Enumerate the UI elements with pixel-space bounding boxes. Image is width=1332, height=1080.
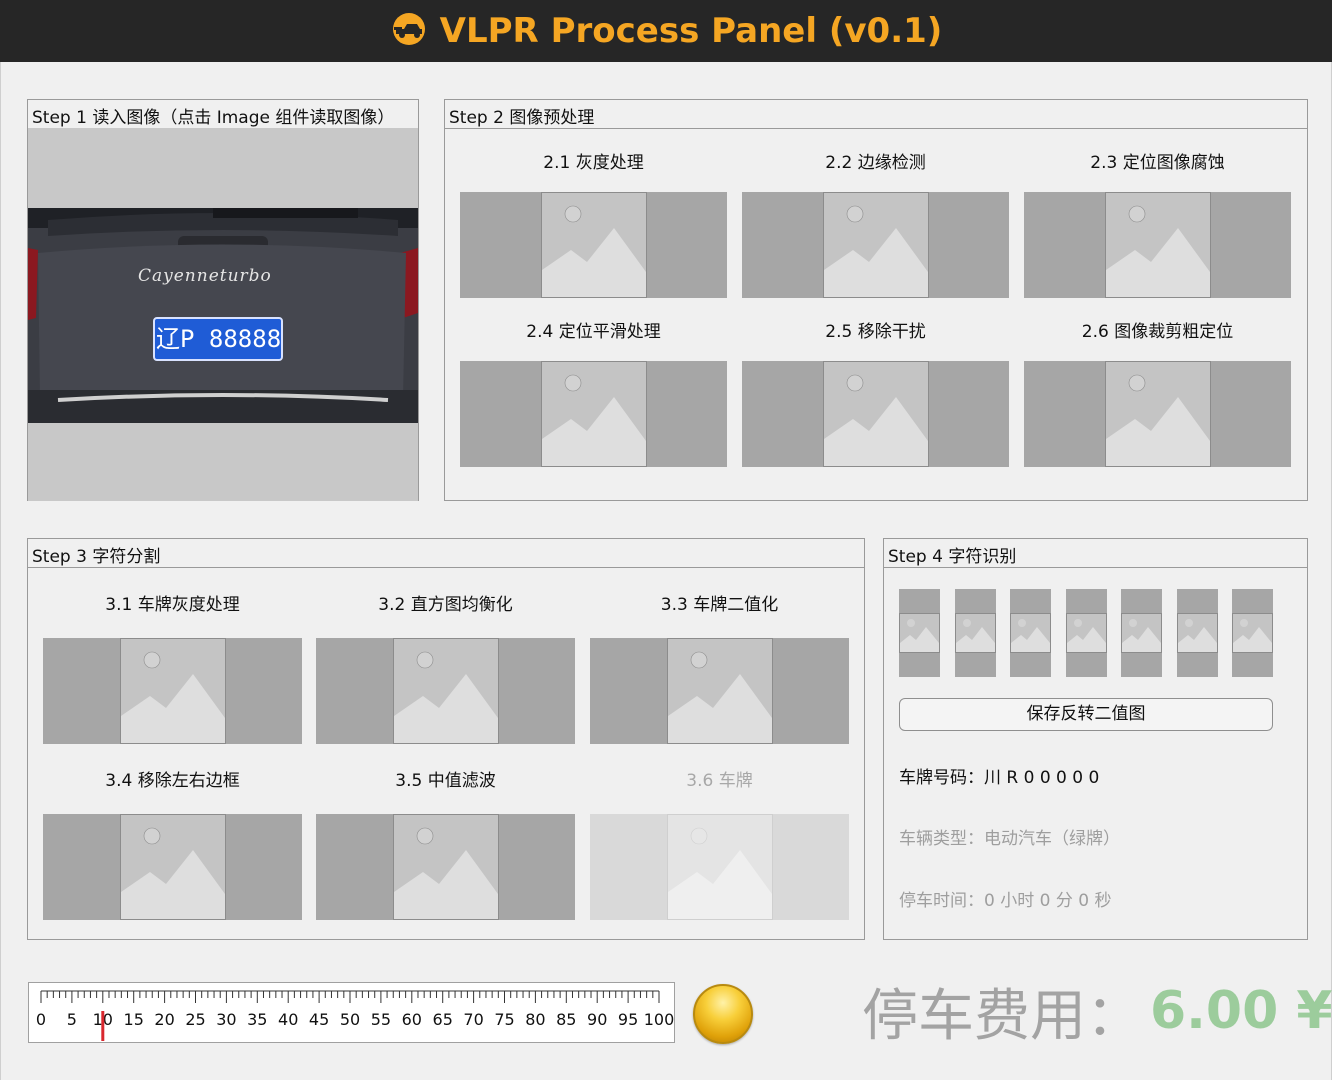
char-image-slot[interactable] xyxy=(1176,589,1218,677)
fee-label: 停车费用： xyxy=(862,983,1142,1049)
image-placeholder-icon xyxy=(822,361,929,467)
step3-title: Step 3 字符分割 xyxy=(32,547,161,567)
save-inverted-binary-button[interactable]: 保存反转二值图 xyxy=(899,698,1273,731)
ruler-tick-label: 30 xyxy=(216,1010,236,1029)
process-cell-label: 3.1 车牌灰度处理 xyxy=(105,595,240,615)
process-cell-label: 3.6 车牌 xyxy=(686,771,753,791)
ruler-tick-label: 15 xyxy=(124,1010,144,1029)
image-placeholder-icon xyxy=(1065,613,1107,653)
process-image[interactable] xyxy=(742,361,1009,467)
car-rear-photo xyxy=(28,128,418,501)
image-placeholder-icon xyxy=(1104,192,1211,298)
plate-number: 车牌号码：川 R 0 0 0 0 0 xyxy=(899,768,1100,788)
step3-panel: Step 3 字符分割 3.1 车牌灰度处理 3.2 直方图均衡化 3.3 车牌… xyxy=(27,538,865,940)
car-icon xyxy=(390,12,428,50)
process-image[interactable] xyxy=(460,361,727,467)
process-cell-label: 3.5 中值滤波 xyxy=(395,771,496,791)
process-cell-label: 3.3 车牌二值化 xyxy=(660,595,779,615)
status-lamp xyxy=(693,984,753,1044)
image-placeholder-icon xyxy=(666,638,773,744)
process-cell-label: 3.2 直方图均衡化 xyxy=(378,595,513,615)
image-placeholder-icon xyxy=(666,814,773,920)
image-placeholder-icon xyxy=(392,638,499,744)
process-cell-label: 2.3 定位图像腐蚀 xyxy=(1090,153,1225,173)
process-image[interactable] xyxy=(460,192,727,298)
process-cell-label: 2.2 边缘检测 xyxy=(825,153,926,173)
ruler-tick-label: 65 xyxy=(433,1010,453,1029)
fee-value: 6.00 ¥ xyxy=(1150,981,1332,1041)
divider xyxy=(445,128,1307,129)
process-cell-label: 2.6 图像裁剪粗定位 xyxy=(1081,322,1234,342)
ruler-tick-label: 95 xyxy=(618,1010,638,1029)
car-badge-text: Cayenneturbo xyxy=(138,266,272,286)
ruler-tick-label: 45 xyxy=(309,1010,329,1029)
char-image-slot[interactable] xyxy=(1121,589,1162,677)
input-image[interactable]: Cayenneturbo 辽P 88888 xyxy=(28,128,418,501)
step4-panel: Step 4 字符识别 保存反转二值图 车牌号码：川 R 0 0 0 0 0 车… xyxy=(883,538,1308,940)
image-placeholder-icon xyxy=(119,814,226,920)
process-cell-label: 2.4 定位平滑处理 xyxy=(526,322,661,342)
char-image-slot[interactable] xyxy=(954,589,996,677)
ruler-tick-label: 80 xyxy=(525,1010,545,1029)
image-placeholder-icon xyxy=(540,361,647,467)
process-image[interactable] xyxy=(742,192,1009,298)
char-image-slot[interactable] xyxy=(1010,589,1051,677)
divider xyxy=(884,567,1307,568)
char-image-slot[interactable] xyxy=(899,589,940,677)
image-placeholder-icon xyxy=(392,814,499,920)
ruler-tick-label: 50 xyxy=(340,1010,360,1029)
image-placeholder-icon xyxy=(1104,361,1211,467)
ruler-tick-label: 85 xyxy=(556,1010,576,1029)
step2-title: Step 2 图像预处理 xyxy=(449,108,595,128)
step4-title: Step 4 字符识别 xyxy=(888,547,1017,567)
char-image-slot[interactable] xyxy=(1065,589,1107,677)
step2-panel: Step 2 图像预处理 2.1 灰度处理 2.2 边缘检测 2.3 定位图像腐… xyxy=(444,99,1308,501)
process-cell-label: 3.4 移除左右边框 xyxy=(105,771,240,791)
process-image[interactable] xyxy=(1024,192,1291,298)
process-image[interactable] xyxy=(1024,361,1291,467)
ruler-tick-label: 55 xyxy=(371,1010,391,1029)
step1-panel: Step 1 读入图像（点击 Image 组件读取图像） Cayenneturb… xyxy=(27,99,419,501)
ruler-tick-label: 35 xyxy=(247,1010,267,1029)
process-image[interactable] xyxy=(590,814,849,920)
process-image[interactable] xyxy=(316,638,575,744)
vehicle-type: 车辆类型：电动汽车（绿牌） xyxy=(899,829,1120,849)
process-image[interactable] xyxy=(316,814,575,920)
image-placeholder-icon xyxy=(822,192,929,298)
image-placeholder-icon xyxy=(899,613,940,653)
ruler-tick-label: 60 xyxy=(402,1010,422,1029)
image-placeholder-icon xyxy=(1010,613,1051,653)
image-placeholder-icon xyxy=(119,638,226,744)
ruler-needle xyxy=(101,1011,105,1041)
process-image[interactable] xyxy=(590,638,849,744)
ruler-tick-label: 20 xyxy=(154,1010,174,1029)
process-image[interactable] xyxy=(43,814,302,920)
image-placeholder-icon xyxy=(540,192,647,298)
ruler-tick-label: 0 xyxy=(36,1010,46,1029)
parking-time: 停车时间：0 小时 0 分 0 秒 xyxy=(899,891,1112,911)
step1-title: Step 1 读入图像（点击 Image 组件读取图像） xyxy=(32,108,395,128)
ruler-tick-label: 5 xyxy=(67,1010,77,1029)
ruler-tick-label: 90 xyxy=(587,1010,607,1029)
license-plate-text: 辽P 88888 xyxy=(156,325,282,353)
app-title: VLPR Process Panel (v0.1) xyxy=(439,11,943,51)
title-bar: VLPR Process Panel (v0.1) xyxy=(0,0,1332,62)
process-image[interactable] xyxy=(43,638,302,744)
image-placeholder-icon xyxy=(954,613,996,653)
ruler-tick-label: 40 xyxy=(278,1010,298,1029)
image-placeholder-icon xyxy=(1232,613,1273,653)
char-image-slot[interactable] xyxy=(1232,589,1273,677)
divider xyxy=(28,567,864,568)
ruler-tick-label: 75 xyxy=(494,1010,514,1029)
process-cell-label: 2.1 灰度处理 xyxy=(543,153,644,173)
ruler-tick-label: 70 xyxy=(463,1010,483,1029)
image-placeholder-icon xyxy=(1121,613,1162,653)
parking-fee: 停车费用： 6.00 ¥ xyxy=(862,976,1332,1049)
linear-gauge: 0510152025303540455055606570758085909510… xyxy=(28,982,675,1043)
image-placeholder-icon xyxy=(1176,613,1218,653)
ruler-tick-label: 25 xyxy=(185,1010,205,1029)
process-cell-label: 2.5 移除干扰 xyxy=(825,322,926,342)
ruler-tick-label: 100 xyxy=(644,1010,674,1029)
